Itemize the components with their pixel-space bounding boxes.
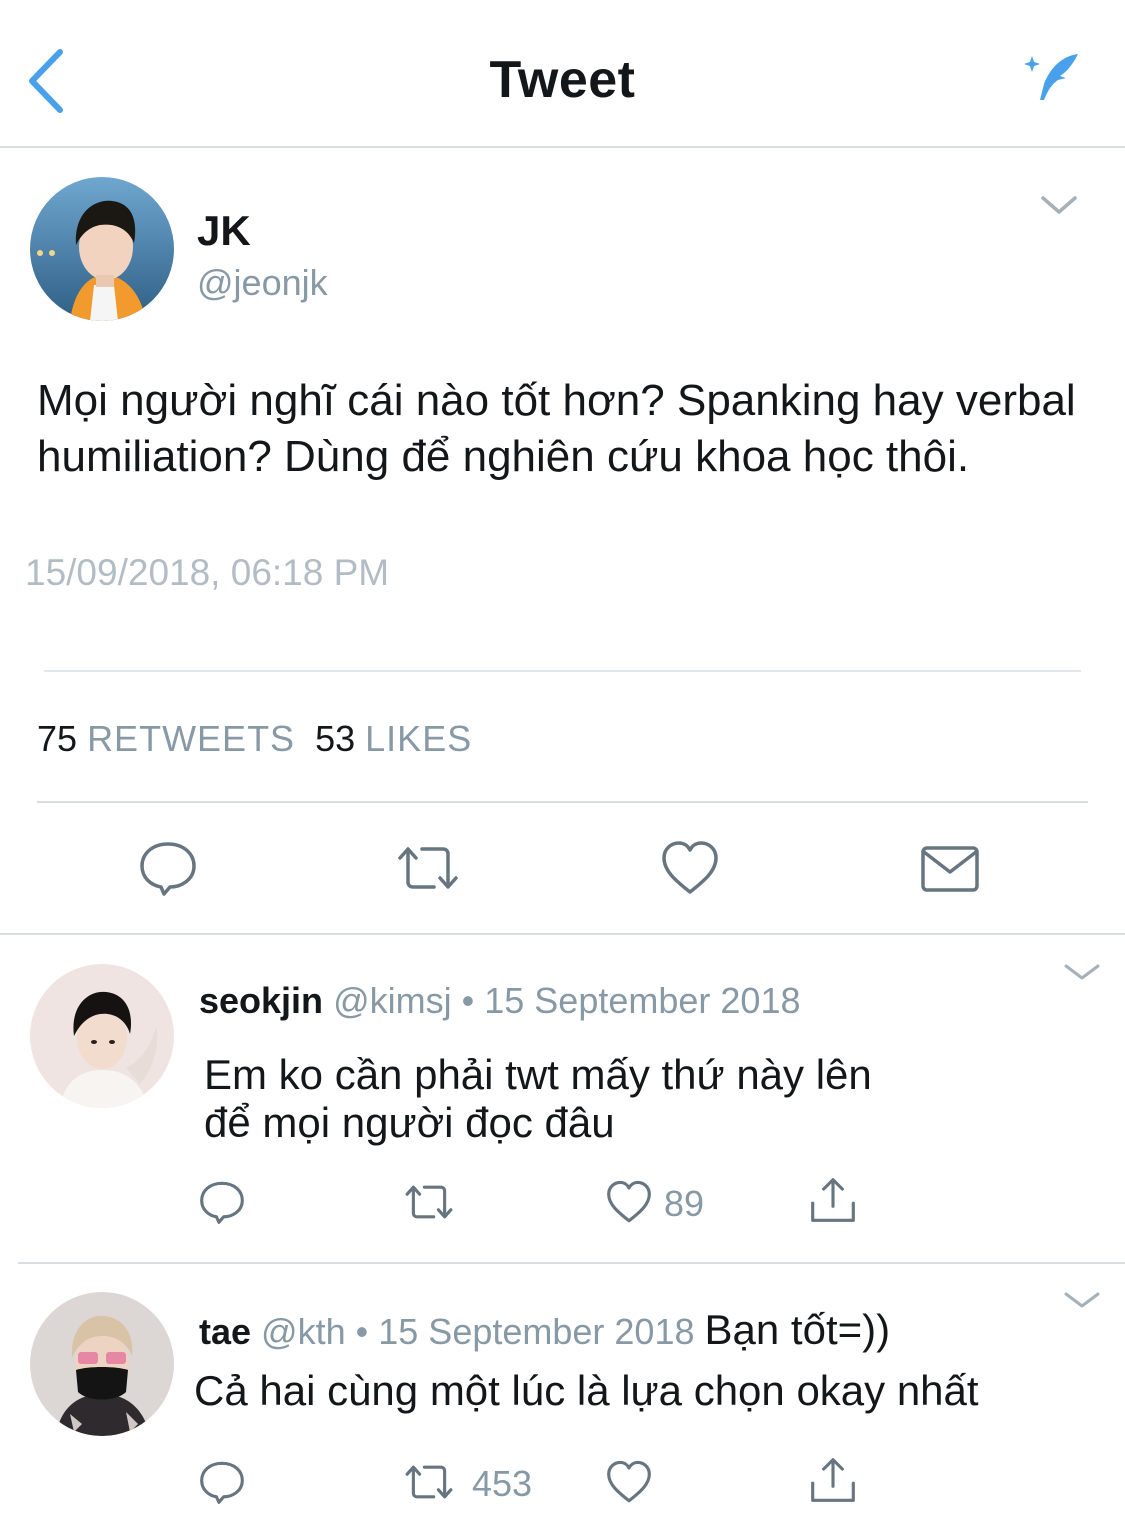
divider xyxy=(44,670,1081,672)
user-handle[interactable]: @jeonjk xyxy=(197,262,328,304)
avatar[interactable] xyxy=(30,1292,174,1436)
reply-display-name[interactable]: tae xyxy=(199,1311,251,1352)
message-button[interactable] xyxy=(918,836,982,900)
retweet-icon xyxy=(405,1465,453,1499)
reply-icon xyxy=(140,842,196,896)
retweet-button[interactable] xyxy=(404,1457,454,1507)
retweet-button[interactable] xyxy=(404,1177,454,1227)
reply-button[interactable] xyxy=(197,1457,247,1507)
like-button[interactable] xyxy=(604,1457,654,1507)
retweet-count: 453 xyxy=(472,1463,533,1504)
chevron-down-icon xyxy=(1064,964,1100,980)
reply-handle[interactable]: @kimsj xyxy=(333,980,452,1021)
reply-icon xyxy=(200,1181,244,1224)
share-button[interactable] xyxy=(808,1175,858,1225)
reply-text: Em ko cần phải twt mấy thứ này lên để mọ… xyxy=(204,1051,872,1147)
like-label: LIKES xyxy=(365,718,473,759)
like-button[interactable] xyxy=(604,1177,654,1227)
divider xyxy=(37,801,1088,803)
reply-menu-button[interactable] xyxy=(1062,960,1102,984)
reply-inline-text: Bạn tốt=)) xyxy=(704,1306,891,1353)
like-count-link[interactable]: 53 LIKES xyxy=(315,718,472,759)
reply-text-line: Em ko cần phải twt mấy thứ này lên xyxy=(204,1051,872,1098)
reply-text-line: để mọi người đọc đâu xyxy=(204,1099,615,1146)
retweet-icon xyxy=(405,1185,453,1219)
avatar[interactable] xyxy=(30,964,174,1108)
reply-display-name[interactable]: seokjin xyxy=(199,980,323,1021)
divider xyxy=(0,933,1125,935)
message-icon xyxy=(921,846,979,892)
like-icon xyxy=(607,1180,651,1223)
reply-date: 15 September 2018 xyxy=(484,980,801,1021)
compose-feather-icon xyxy=(1024,54,1078,100)
retweet-count: 75 xyxy=(37,718,78,759)
chevron-down-icon xyxy=(1064,1292,1100,1308)
reply-header: seokjin @kimsj • 15 September 2018 xyxy=(199,980,800,1022)
share-button[interactable] xyxy=(808,1455,858,1505)
reply-icon xyxy=(200,1461,244,1504)
like-count: 53 xyxy=(315,718,356,759)
reply-button[interactable] xyxy=(197,1177,247,1227)
chevron-down-icon xyxy=(1041,196,1077,214)
compose-button[interactable] xyxy=(1022,50,1084,106)
retweet-icon xyxy=(398,847,458,889)
retweet-label: RETWEETS xyxy=(87,718,296,759)
reply-header: tae @kth • 15 September 2018 Bạn tốt=)) xyxy=(199,1306,890,1354)
page-title: Tweet xyxy=(489,51,636,109)
like-icon xyxy=(607,1460,651,1503)
display-name[interactable]: JK xyxy=(197,207,251,255)
reply-menu-button[interactable] xyxy=(1062,1288,1102,1312)
tweet-text: Mọi người nghĩ cái nào tốt hơn? Spanking… xyxy=(37,376,1076,481)
separator-dot: • xyxy=(355,1311,369,1352)
divider xyxy=(18,1262,1125,1264)
share-icon xyxy=(811,1458,855,1502)
tweet-timestamp: 15/09/2018, 06:18 PM xyxy=(25,552,390,593)
retweet-count-link[interactable]: 75 RETWEETS xyxy=(37,718,295,759)
like-icon xyxy=(662,841,718,894)
share-icon xyxy=(811,1178,855,1222)
tweet-menu-button[interactable] xyxy=(1037,190,1081,220)
avatar[interactable] xyxy=(30,177,174,321)
like-button[interactable] xyxy=(658,836,722,900)
reply-handle[interactable]: @kth xyxy=(261,1311,346,1352)
like-count: 89 xyxy=(664,1183,705,1224)
tweet-stats: 75 RETWEETS 53 LIKES xyxy=(37,718,472,760)
separator-dot: • xyxy=(461,980,475,1021)
retweet-button[interactable] xyxy=(396,836,460,900)
reply-date: 15 September 2018 xyxy=(378,1311,695,1352)
reply-text: Cả hai cùng một lúc là lựa chọn okay nhấ… xyxy=(194,1367,979,1414)
reply-button[interactable] xyxy=(136,836,200,900)
